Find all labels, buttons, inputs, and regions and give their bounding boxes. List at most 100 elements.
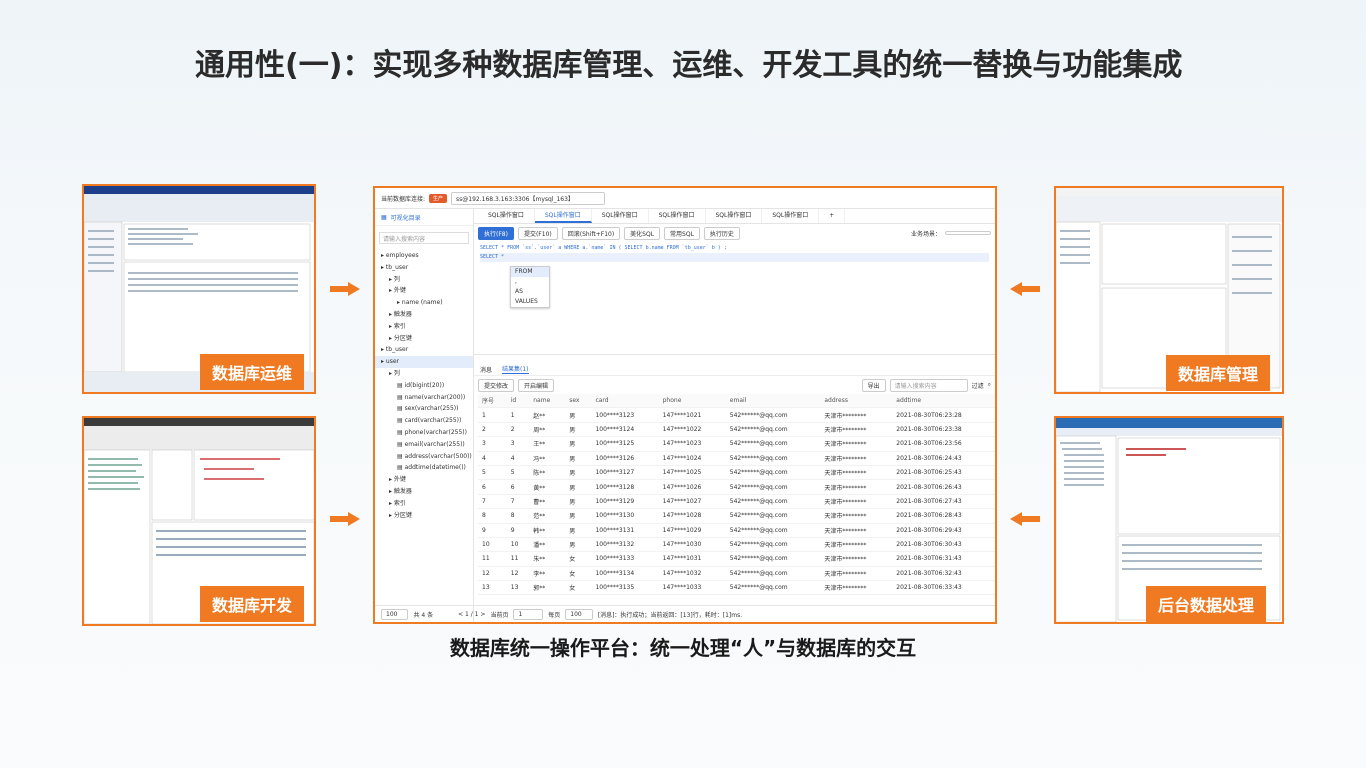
biz-scene-label: 业务场景： (910, 230, 941, 238)
table-cell: 9 (506, 523, 530, 538)
catalog-search-input[interactable]: 请输入搜索内容 (379, 232, 469, 244)
autocomplete-item[interactable]: FROM (511, 267, 549, 277)
sql-tab[interactable]: SQL操作窗口 (762, 209, 820, 223)
env-tag: 生产 (429, 193, 448, 203)
sql-tab[interactable]: SQL操作窗口 (706, 209, 763, 223)
tree-node[interactable]: ▸ tb_user (375, 344, 473, 356)
pager[interactable]: < 1 / 1 > (458, 611, 485, 618)
tree-node-label: user (385, 358, 400, 366)
tree-node[interactable]: ▸ 触发器 (375, 486, 473, 498)
table-cell: 100****3129 (591, 494, 659, 510)
autocomplete-item[interactable]: AS (511, 287, 549, 297)
result-tabs: 消息 结果集(1) (474, 363, 995, 376)
table-row[interactable]: 3 3 王** 男 100****3125 147****1023 542******@qq… (478, 436, 995, 452)
column-header[interactable]: sex (565, 394, 592, 409)
column-header[interactable]: id (506, 394, 530, 409)
column-header[interactable]: 序号 (478, 394, 507, 409)
table-row[interactable]: 12 12 李** 女 100****3134 147****1032 542******@… (478, 566, 995, 582)
table-cell: 天津市******** (820, 566, 893, 582)
table-row[interactable]: 9 9 韩** 男 100****3131 147****1029 542******@qq… (478, 523, 995, 538)
tree-node[interactable]: ▸ 分区键 (375, 333, 473, 345)
tree-node[interactable]: ▸ 索引 (375, 498, 473, 510)
table-cell: 王** (529, 436, 566, 452)
filter-button[interactable]: 过滤 (972, 381, 984, 390)
result-tool-button[interactable]: 开启编辑 (518, 378, 555, 392)
table-cell: 男 (565, 508, 592, 524)
table-row[interactable]: 1 1 赵** 男 100****3123 147****1021 542******@qq… (478, 407, 995, 423)
toolbar-button[interactable]: 执行(F8) (478, 226, 514, 240)
column-header[interactable]: addtime (892, 394, 995, 409)
sql-tab[interactable]: SQL操作窗口 (534, 209, 592, 223)
tree-node[interactable]: ▸ 触发器 (375, 309, 473, 321)
autocomplete-item[interactable]: , (511, 277, 549, 287)
sql-tab[interactable]: SQL操作窗口 (478, 209, 535, 223)
table-row[interactable]: 4 4 冯** 男 100****3126 147****1024 542******@qq… (478, 451, 995, 466)
add-tab-icon[interactable]: + (819, 209, 846, 223)
tree-node[interactable]: ▸ tb_user (375, 262, 473, 274)
column-icon: ▤ (397, 452, 405, 460)
table-cell: 2021-08-30T06:29:43 (892, 523, 995, 538)
toolbar-button[interactable]: 回滚(Shift+F10) (561, 226, 621, 240)
table-cell: 147****1030 (658, 537, 726, 553)
table-row[interactable]: 7 7 曹** 男 100****3129 147****1027 542******@qq… (478, 494, 995, 510)
sql-tab[interactable]: SQL操作窗口 (649, 209, 706, 223)
table-row[interactable]: 8 8 范** 男 100****3130 147****1028 542******@qq… (478, 508, 995, 524)
tree-node[interactable]: ▤ email(varchar(255)) (375, 439, 473, 451)
tree-node-label: 触发器 (393, 487, 412, 495)
tree-node[interactable]: ▤ sex(varchar(255)) (375, 403, 473, 415)
tree-node-label: phone(varchar(255)) (404, 428, 467, 436)
column-header[interactable]: phone (658, 394, 726, 409)
sql-editor[interactable]: SELECT * FROM `ss`.`user` a WHERE a.`nam… (474, 242, 995, 355)
tree-node[interactable]: ▸ 外键 (375, 474, 473, 486)
toolbar-button[interactable]: 提交(F10) (517, 226, 558, 240)
tree-node[interactable]: ▸ 分区键 (375, 510, 473, 522)
tree-node[interactable]: ▸ 列 (375, 274, 473, 286)
arrow-right-icon (330, 282, 360, 296)
toolbar-button[interactable]: 美化SQL (624, 226, 661, 240)
result-filter-input[interactable]: 请输入搜索内容 (889, 378, 968, 392)
tree-node[interactable]: ▸ employees (375, 250, 473, 262)
result-tool-button[interactable]: 提交修改 (478, 378, 515, 392)
tree-node[interactable]: ▸ 索引 (375, 321, 473, 333)
tree-node[interactable]: ▸ name (name) (375, 297, 473, 309)
tree-node[interactable]: ▤ address(varchar(500)) (375, 451, 473, 463)
tree-node[interactable]: ▤ card(varchar(255)) (375, 415, 473, 427)
column-header[interactable]: card (591, 394, 659, 409)
result-tab[interactable]: 结果集(1) (502, 364, 529, 374)
table-row[interactable]: 10 10 潘** 男 100****3132 147****1030 542******@… (478, 537, 995, 553)
per-page-input[interactable]: 100 (565, 608, 593, 620)
table-row[interactable]: 11 11 朱** 女 100****3133 147****1031 542******@… (478, 551, 995, 567)
toolbar-button[interactable]: 常用SQL (664, 226, 700, 240)
table-cell: 男 (565, 407, 592, 423)
table-cell: 100****3124 (591, 422, 659, 438)
column-icon: ▤ (397, 381, 405, 389)
column-header[interactable]: email (725, 394, 821, 409)
page-size-select[interactable]: 100 (381, 608, 409, 620)
tree-node[interactable]: ▸ 列 (375, 368, 473, 380)
column-header[interactable]: name (529, 394, 566, 409)
tree-node[interactable]: ▤ addtime(datetime()) (375, 462, 473, 474)
export-button[interactable]: 导出 (861, 378, 886, 392)
table-cell: 147****1026 (658, 479, 726, 495)
table-row[interactable]: 5 5 陈** 男 100****3127 147****1025 542******@qq… (478, 465, 995, 481)
table-row[interactable]: 2 2 周** 男 100****3124 147****1022 542******@qq… (478, 422, 995, 438)
table-row[interactable]: 13 13 郭** 女 100****3135 147****1033 542******@… (478, 580, 995, 596)
table-cell: 女 (565, 566, 592, 582)
search-icon[interactable]: ⌕ (988, 381, 991, 389)
tree-node[interactable]: ▸ user (375, 356, 473, 368)
catalog-panel: ▦ 可视化目录 请输入搜索内容 ▸ employees ▸ tb_user ▸ 列 ▸… (375, 209, 474, 622)
result-tab[interactable]: 消息 (480, 365, 492, 374)
column-header[interactable]: address (820, 394, 893, 409)
tree-node[interactable]: ▸ 外键 (375, 285, 473, 297)
table-row[interactable]: 6 6 黄** 男 100****3128 147****1026 542******@qq… (478, 479, 995, 495)
sql-tab[interactable]: SQL操作窗口 (592, 209, 649, 223)
tree-node[interactable]: ▤ id(bigint(20)) (375, 380, 473, 392)
biz-scene-select[interactable] (945, 231, 991, 235)
tree-node[interactable]: ▤ phone(varchar(255)) (375, 427, 473, 439)
cur-page-input[interactable]: 1 (513, 608, 544, 620)
catalog-tab[interactable]: ▦ 可视化目录 (375, 209, 473, 226)
toolbar-button[interactable]: 执行历史 (703, 226, 740, 240)
autocomplete-item[interactable]: VALUES (511, 297, 549, 307)
connection-select[interactable]: ss@192.168.3.163:3306【mysql_163】 (451, 191, 605, 205)
tree-node[interactable]: ▤ name(varchar(200)) (375, 392, 473, 404)
